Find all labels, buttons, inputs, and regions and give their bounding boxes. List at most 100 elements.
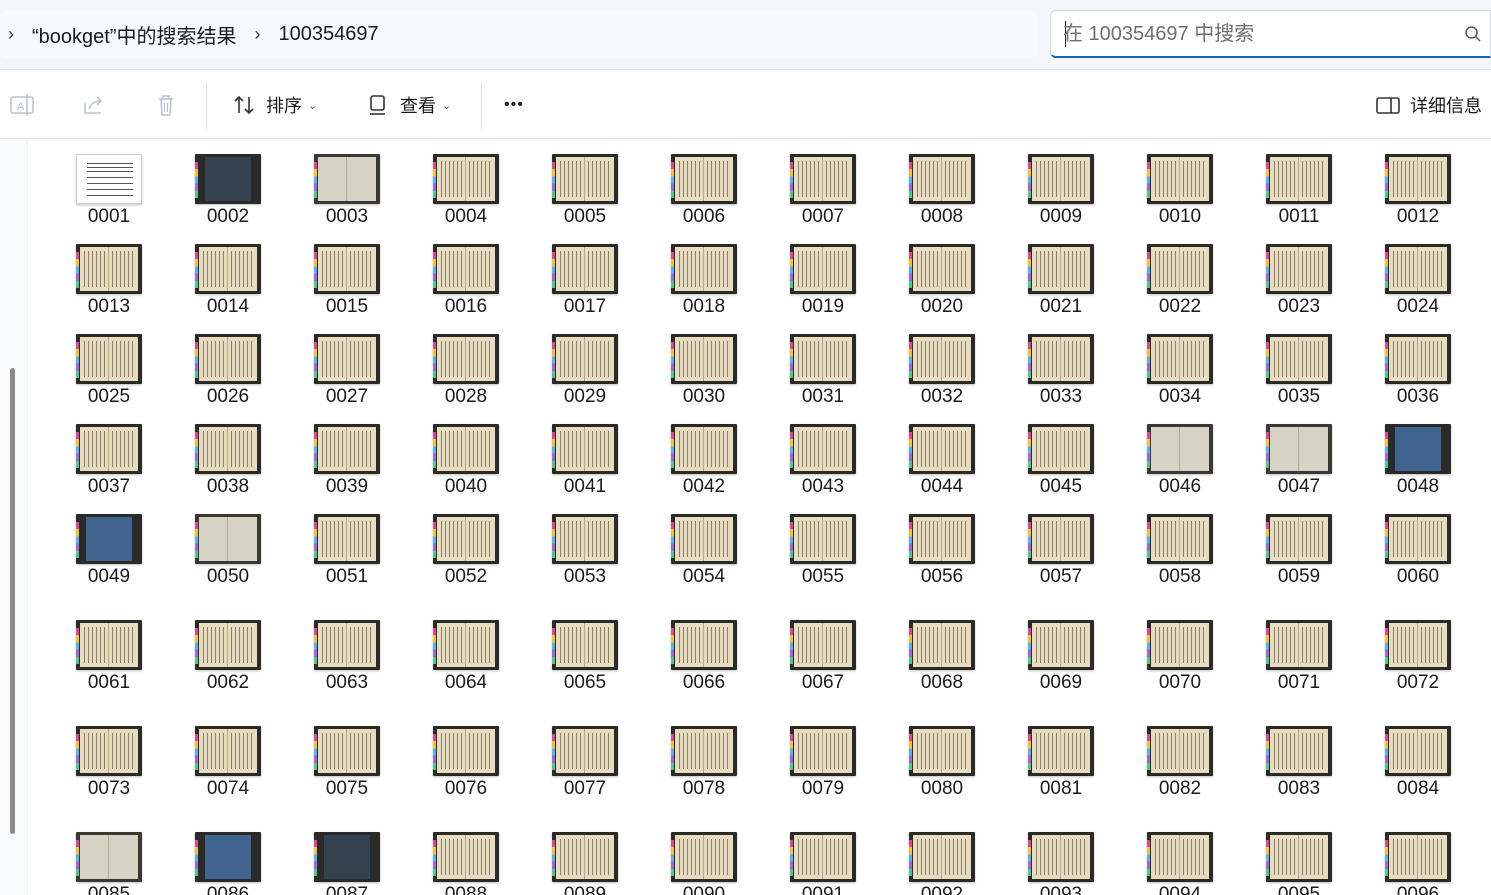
- file-item[interactable]: 0050: [173, 500, 283, 590]
- breadcrumb[interactable]: › “bookget”中的搜索结果 › 100354697: [0, 10, 1037, 58]
- breadcrumb-item-folder[interactable]: 100354697: [269, 23, 389, 46]
- file-item[interactable]: 0076: [411, 712, 521, 802]
- file-item[interactable]: 0007: [768, 140, 878, 230]
- file-item[interactable]: 0052: [411, 500, 521, 590]
- file-item[interactable]: 0008: [887, 140, 997, 230]
- file-item[interactable]: 0094: [1125, 818, 1235, 895]
- file-item[interactable]: 0077: [530, 712, 640, 802]
- file-item[interactable]: 0092: [887, 818, 997, 895]
- chevron-right-icon[interactable]: ›: [0, 24, 22, 45]
- file-item[interactable]: 0039: [292, 410, 402, 500]
- file-item[interactable]: 0065: [530, 606, 640, 696]
- file-item[interactable]: 0054: [649, 500, 759, 590]
- file-item[interactable]: 0001: [54, 140, 164, 230]
- file-item[interactable]: 0075: [292, 712, 402, 802]
- file-item[interactable]: 0017: [530, 230, 640, 320]
- file-item[interactable]: 0005: [530, 140, 640, 230]
- file-item[interactable]: 0030: [649, 320, 759, 410]
- file-item[interactable]: 0004: [411, 140, 521, 230]
- file-item[interactable]: 0085: [54, 818, 164, 895]
- file-item[interactable]: 0067: [768, 606, 878, 696]
- file-item[interactable]: 0019: [768, 230, 878, 320]
- file-item[interactable]: 0051: [292, 500, 402, 590]
- rename-button[interactable]: A: [8, 89, 36, 121]
- file-item[interactable]: 0049: [54, 500, 164, 590]
- file-item[interactable]: 0024: [1363, 230, 1473, 320]
- file-item[interactable]: 0031: [768, 320, 878, 410]
- file-item[interactable]: 0063: [292, 606, 402, 696]
- file-item[interactable]: 0058: [1125, 500, 1235, 590]
- file-item[interactable]: 0072: [1363, 606, 1473, 696]
- file-item[interactable]: 0055: [768, 500, 878, 590]
- file-item[interactable]: 0066: [649, 606, 759, 696]
- view-button[interactable]: 查看 ⌄: [364, 89, 451, 121]
- file-item[interactable]: 0082: [1125, 712, 1235, 802]
- file-item[interactable]: 0012: [1363, 140, 1473, 230]
- file-item[interactable]: 0073: [54, 712, 164, 802]
- file-item[interactable]: 0027: [292, 320, 402, 410]
- file-item[interactable]: 0034: [1125, 320, 1235, 410]
- file-item[interactable]: 0087: [292, 818, 402, 895]
- file-item[interactable]: 0022: [1125, 230, 1235, 320]
- chevron-right-icon[interactable]: ›: [247, 24, 269, 45]
- file-item[interactable]: 0062: [173, 606, 283, 696]
- details-pane-button[interactable]: 详细信息: [1374, 89, 1482, 121]
- file-item[interactable]: 0032: [887, 320, 997, 410]
- file-item[interactable]: 0044: [887, 410, 997, 500]
- file-item[interactable]: 0009: [1006, 140, 1116, 230]
- file-item[interactable]: 0013: [54, 230, 164, 320]
- file-item[interactable]: 0093: [1006, 818, 1116, 895]
- file-item[interactable]: 0091: [768, 818, 878, 895]
- file-item[interactable]: 0021: [1006, 230, 1116, 320]
- more-options-button[interactable]: •••: [504, 89, 524, 121]
- file-item[interactable]: 0037: [54, 410, 164, 500]
- file-item[interactable]: 0080: [887, 712, 997, 802]
- file-item[interactable]: 0083: [1244, 712, 1354, 802]
- file-item[interactable]: 0078: [649, 712, 759, 802]
- file-item[interactable]: 0029: [530, 320, 640, 410]
- file-item[interactable]: 0084: [1363, 712, 1473, 802]
- file-item[interactable]: 0038: [173, 410, 283, 500]
- file-item[interactable]: 0014: [173, 230, 283, 320]
- file-item[interactable]: 0043: [768, 410, 878, 500]
- file-item[interactable]: 0006: [649, 140, 759, 230]
- sort-button[interactable]: 排序 ⌄: [230, 89, 317, 121]
- file-item[interactable]: 0070: [1125, 606, 1235, 696]
- search-icon[interactable]: [1464, 25, 1482, 43]
- file-item[interactable]: 0096: [1363, 818, 1473, 895]
- file-item[interactable]: 0003: [292, 140, 402, 230]
- file-item[interactable]: 0046: [1125, 410, 1235, 500]
- file-item[interactable]: 0061: [54, 606, 164, 696]
- file-item[interactable]: 0002: [173, 140, 283, 230]
- file-item[interactable]: 0036: [1363, 320, 1473, 410]
- file-item[interactable]: 0041: [530, 410, 640, 500]
- delete-button[interactable]: [152, 89, 180, 121]
- file-item[interactable]: 0040: [411, 410, 521, 500]
- file-item[interactable]: 0045: [1006, 410, 1116, 500]
- search-box[interactable]: [1050, 10, 1491, 58]
- file-item[interactable]: 0095: [1244, 818, 1354, 895]
- file-item[interactable]: 0028: [411, 320, 521, 410]
- search-input[interactable]: [1063, 19, 1453, 49]
- share-button[interactable]: [80, 89, 108, 121]
- file-item[interactable]: 0090: [649, 818, 759, 895]
- file-item[interactable]: 0059: [1244, 500, 1354, 590]
- file-item[interactable]: 0069: [1006, 606, 1116, 696]
- file-item[interactable]: 0020: [887, 230, 997, 320]
- file-item[interactable]: 0074: [173, 712, 283, 802]
- file-item[interactable]: 0071: [1244, 606, 1354, 696]
- file-item[interactable]: 0089: [530, 818, 640, 895]
- file-item[interactable]: 0048: [1363, 410, 1473, 500]
- file-item[interactable]: 0011: [1244, 140, 1354, 230]
- file-item[interactable]: 0025: [54, 320, 164, 410]
- file-item[interactable]: 0042: [649, 410, 759, 500]
- file-item[interactable]: 0064: [411, 606, 521, 696]
- file-item[interactable]: 0047: [1244, 410, 1354, 500]
- file-item[interactable]: 0056: [887, 500, 997, 590]
- file-item[interactable]: 0018: [649, 230, 759, 320]
- file-item[interactable]: 0033: [1006, 320, 1116, 410]
- file-item[interactable]: 0088: [411, 818, 521, 895]
- file-item[interactable]: 0010: [1125, 140, 1235, 230]
- file-item[interactable]: 0086: [173, 818, 283, 895]
- file-item[interactable]: 0060: [1363, 500, 1473, 590]
